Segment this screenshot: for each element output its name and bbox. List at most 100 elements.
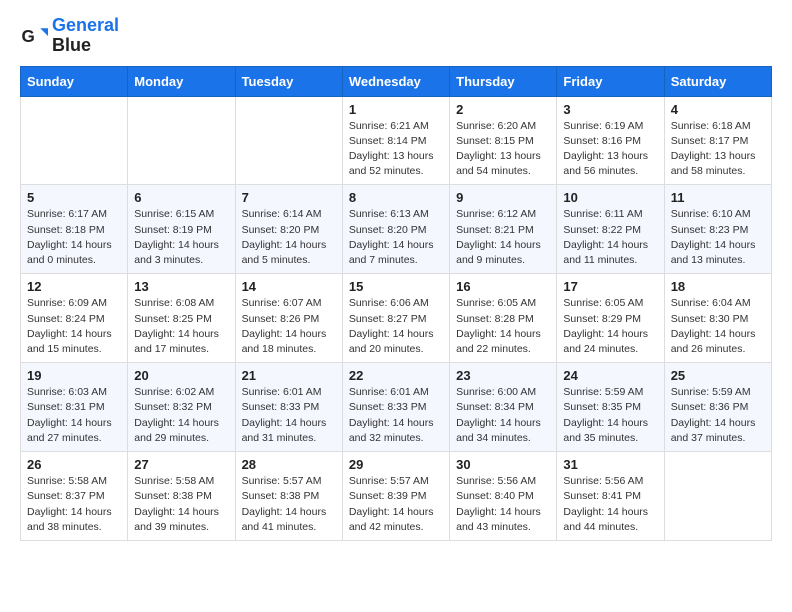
day-info: Sunrise: 6:04 AM Sunset: 8:30 PM Dayligh… (671, 296, 765, 357)
calendar-cell: 23 Sunrise: 6:00 AM Sunset: 8:34 PM Dayli… (450, 363, 557, 452)
day-info: Sunrise: 6:11 AM Sunset: 8:22 PM Dayligh… (563, 207, 657, 268)
calendar-cell: 16 Sunrise: 6:05 AM Sunset: 8:28 PM Dayli… (450, 274, 557, 363)
day-info: Sunrise: 6:09 AM Sunset: 8:24 PM Dayligh… (27, 296, 121, 357)
day-info: Sunrise: 5:59 AM Sunset: 8:36 PM Dayligh… (671, 385, 765, 446)
day-number: 2 (456, 102, 550, 117)
day-number: 20 (134, 368, 228, 383)
calendar-cell: 30 Sunrise: 5:56 AM Sunset: 8:40 PM Dayli… (450, 452, 557, 541)
calendar-cell (21, 96, 128, 185)
day-info: Sunrise: 6:02 AM Sunset: 8:32 PM Dayligh… (134, 385, 228, 446)
day-info: Sunrise: 6:15 AM Sunset: 8:19 PM Dayligh… (134, 207, 228, 268)
calendar-cell: 25 Sunrise: 5:59 AM Sunset: 8:36 PM Dayli… (664, 363, 771, 452)
day-info: Sunrise: 6:05 AM Sunset: 8:29 PM Dayligh… (563, 296, 657, 357)
calendar-week-4: 19 Sunrise: 6:03 AM Sunset: 8:31 PM Dayli… (21, 363, 772, 452)
day-number: 23 (456, 368, 550, 383)
day-info: Sunrise: 6:19 AM Sunset: 8:16 PM Dayligh… (563, 119, 657, 180)
calendar-cell: 21Sunrise: 6:01 AM Sunset: 8:33 PM Dayli… (235, 363, 342, 452)
logo-blue-word: Blue (52, 35, 91, 55)
calendar-cell (664, 452, 771, 541)
day-number: 10 (563, 190, 657, 205)
day-number: 21 (242, 368, 336, 383)
day-number: 16 (456, 279, 550, 294)
day-info: Sunrise: 6:21 AM Sunset: 8:14 PM Dayligh… (349, 119, 443, 180)
calendar-cell: 5 Sunrise: 6:17 AM Sunset: 8:18 PM Daylig… (21, 185, 128, 274)
day-number: 26 (27, 457, 121, 472)
day-number: 4 (671, 102, 765, 117)
svg-text:G: G (22, 27, 35, 46)
day-number: 29 (349, 457, 443, 472)
calendar-cell: 26 Sunrise: 5:58 AM Sunset: 8:37 PM Dayli… (21, 452, 128, 541)
calendar-cell: 7 Sunrise: 6:14 AM Sunset: 8:20 PM Daylig… (235, 185, 342, 274)
calendar-cell: 17 Sunrise: 6:05 AM Sunset: 8:29 PM Dayli… (557, 274, 664, 363)
calendar-cell: 29Sunrise: 5:57 AM Sunset: 8:39 PM Dayli… (342, 452, 449, 541)
day-number: 17 (563, 279, 657, 294)
day-number: 5 (27, 190, 121, 205)
calendar-cell: 9 Sunrise: 6:12 AM Sunset: 8:21 PM Daylig… (450, 185, 557, 274)
day-info: Sunrise: 6:05 AM Sunset: 8:28 PM Dayligh… (456, 296, 550, 357)
day-info: Sunrise: 5:57 AM Sunset: 8:38 PM Dayligh… (242, 474, 336, 535)
day-info: Sunrise: 6:10 AM Sunset: 8:23 PM Dayligh… (671, 207, 765, 268)
day-number: 8 (349, 190, 443, 205)
logo: G GeneralBlue (20, 16, 119, 56)
day-info: Sunrise: 5:59 AM Sunset: 8:35 PM Dayligh… (563, 385, 657, 446)
day-number: 30 (456, 457, 550, 472)
calendar-cell: 19 Sunrise: 6:03 AM Sunset: 8:31 PM Dayli… (21, 363, 128, 452)
calendar-cell: 2 Sunrise: 6:20 AM Sunset: 8:15 PM Daylig… (450, 96, 557, 185)
day-info: Sunrise: 6:08 AM Sunset: 8:25 PM Dayligh… (134, 296, 228, 357)
calendar-cell: 20 Sunrise: 6:02 AM Sunset: 8:32 PM Dayli… (128, 363, 235, 452)
day-number: 9 (456, 190, 550, 205)
calendar-cell: 4 Sunrise: 6:18 AM Sunset: 8:17 PM Daylig… (664, 96, 771, 185)
day-info: Sunrise: 6:03 AM Sunset: 8:31 PM Dayligh… (27, 385, 121, 446)
logo-icon: G (20, 22, 48, 50)
day-info: Sunrise: 6:14 AM Sunset: 8:20 PM Dayligh… (242, 207, 336, 268)
column-header-saturday: Saturday (664, 66, 771, 96)
day-info: Sunrise: 6:06 AM Sunset: 8:27 PM Dayligh… (349, 296, 443, 357)
day-info: Sunrise: 5:56 AM Sunset: 8:41 PM Dayligh… (563, 474, 657, 535)
day-number: 15 (349, 279, 443, 294)
column-header-tuesday: Tuesday (235, 66, 342, 96)
calendar-cell: 31Sunrise: 5:56 AM Sunset: 8:41 PM Dayli… (557, 452, 664, 541)
day-number: 7 (242, 190, 336, 205)
day-info: Sunrise: 6:00 AM Sunset: 8:34 PM Dayligh… (456, 385, 550, 446)
day-number: 25 (671, 368, 765, 383)
calendar-cell: 12 Sunrise: 6:09 AM Sunset: 8:24 PM Dayli… (21, 274, 128, 363)
day-number: 24 (563, 368, 657, 383)
calendar-cell: 24 Sunrise: 5:59 AM Sunset: 8:35 PM Dayli… (557, 363, 664, 452)
page-header: G GeneralBlue (20, 16, 772, 56)
column-header-friday: Friday (557, 66, 664, 96)
day-info: Sunrise: 6:18 AM Sunset: 8:17 PM Dayligh… (671, 119, 765, 180)
day-number: 27 (134, 457, 228, 472)
calendar-cell: 13 Sunrise: 6:08 AM Sunset: 8:25 PM Dayli… (128, 274, 235, 363)
logo-text: GeneralBlue (52, 16, 119, 56)
calendar-cell (128, 96, 235, 185)
day-number: 1 (349, 102, 443, 117)
day-info: Sunrise: 6:20 AM Sunset: 8:15 PM Dayligh… (456, 119, 550, 180)
calendar-cell (235, 96, 342, 185)
calendar-cell: 15 Sunrise: 6:06 AM Sunset: 8:27 PM Dayli… (342, 274, 449, 363)
calendar-cell: 27Sunrise: 5:58 AM Sunset: 8:38 PM Dayli… (128, 452, 235, 541)
calendar-cell: 22 Sunrise: 6:01 AM Sunset: 8:33 PM Dayli… (342, 363, 449, 452)
calendar-week-5: 26 Sunrise: 5:58 AM Sunset: 8:37 PM Dayli… (21, 452, 772, 541)
day-info: Sunrise: 6:01 AM Sunset: 8:33 PM Dayligh… (349, 385, 443, 446)
day-number: 18 (671, 279, 765, 294)
day-number: 28 (242, 457, 336, 472)
day-number: 19 (27, 368, 121, 383)
calendar-cell: 28 Sunrise: 5:57 AM Sunset: 8:38 PM Dayli… (235, 452, 342, 541)
day-info: Sunrise: 5:58 AM Sunset: 8:37 PM Dayligh… (27, 474, 121, 535)
calendar-table: SundayMondayTuesdayWednesdayThursdayFrid… (20, 66, 772, 541)
day-number: 22 (349, 368, 443, 383)
day-number: 13 (134, 279, 228, 294)
calendar-cell: 1 Sunrise: 6:21 AM Sunset: 8:14 PM Daylig… (342, 96, 449, 185)
day-info: Sunrise: 6:12 AM Sunset: 8:21 PM Dayligh… (456, 207, 550, 268)
calendar-week-1: 1 Sunrise: 6:21 AM Sunset: 8:14 PM Daylig… (21, 96, 772, 185)
logo-general: General (52, 15, 119, 35)
calendar-cell: 3Sunrise: 6:19 AM Sunset: 8:16 PM Daylig… (557, 96, 664, 185)
calendar-cell: 14Sunrise: 6:07 AM Sunset: 8:26 PM Dayli… (235, 274, 342, 363)
day-info: Sunrise: 6:17 AM Sunset: 8:18 PM Dayligh… (27, 207, 121, 268)
calendar-cell: 6Sunrise: 6:15 AM Sunset: 8:19 PM Daylig… (128, 185, 235, 274)
day-info: Sunrise: 5:56 AM Sunset: 8:40 PM Dayligh… (456, 474, 550, 535)
calendar-header-row: SundayMondayTuesdayWednesdayThursdayFrid… (21, 66, 772, 96)
column-header-thursday: Thursday (450, 66, 557, 96)
day-number: 12 (27, 279, 121, 294)
calendar-cell: 18 Sunrise: 6:04 AM Sunset: 8:30 PM Dayli… (664, 274, 771, 363)
